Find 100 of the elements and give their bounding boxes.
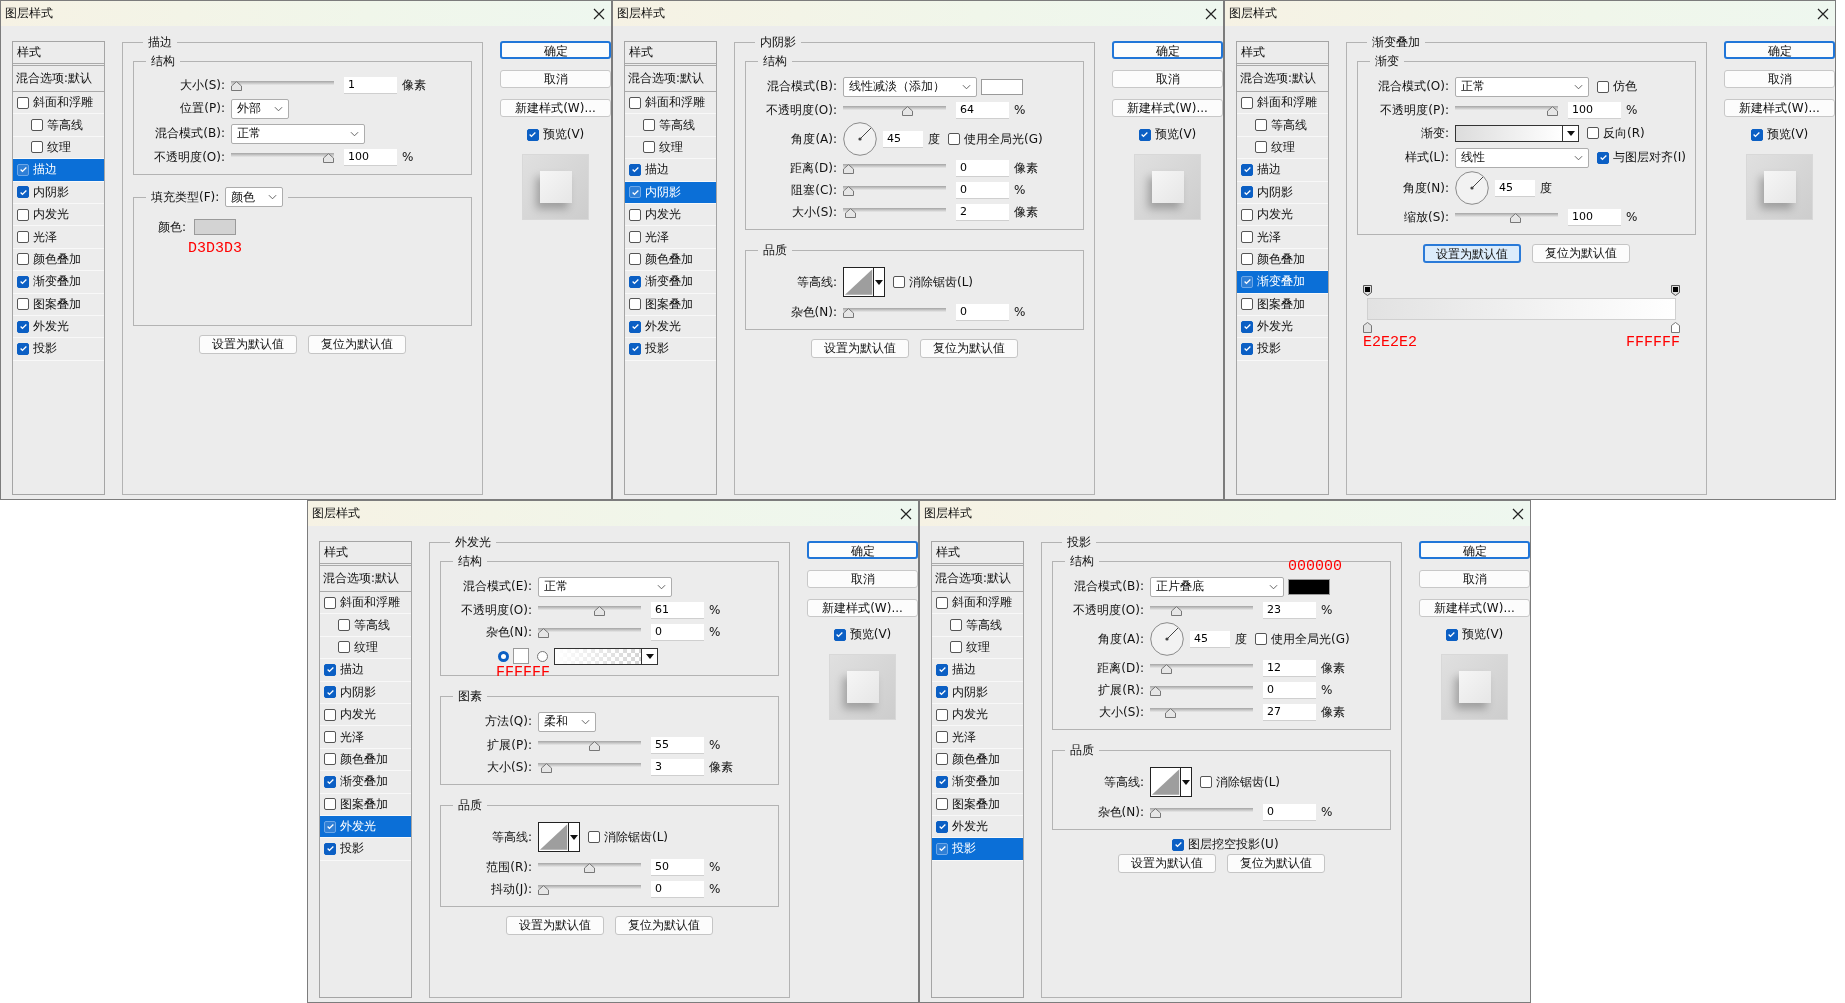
checkbox[interactable] <box>31 119 43 132</box>
checkbox[interactable] <box>1241 163 1253 176</box>
checkbox[interactable] <box>324 798 336 811</box>
checkbox[interactable] <box>338 641 350 654</box>
cancel-button[interactable]: 取消 <box>1724 70 1835 88</box>
slider-thumb[interactable] <box>231 81 242 91</box>
style-list-item[interactable]: 渐变叠加 <box>13 271 104 294</box>
checkbox[interactable] <box>17 96 29 109</box>
value-field[interactable]: 100 <box>1568 101 1621 119</box>
dropdown[interactable]: 正常 <box>538 576 672 597</box>
checkbox[interactable] <box>1255 633 1267 645</box>
checkbox[interactable] <box>948 133 960 145</box>
checkbox[interactable] <box>629 253 641 266</box>
checkbox[interactable] <box>1172 838 1185 851</box>
style-list-item[interactable]: 光泽 <box>1237 226 1328 249</box>
cancel-button[interactable]: 取消 <box>500 70 611 88</box>
style-list-item[interactable]: 斜面和浮雕 <box>1237 92 1328 115</box>
close-icon[interactable] <box>1512 507 1524 520</box>
checkbox[interactable] <box>338 619 350 632</box>
checkbox[interactable] <box>1241 343 1253 355</box>
value-field[interactable]: 0 <box>1263 803 1316 821</box>
color-stop[interactable] <box>1671 322 1680 333</box>
checkbox[interactable] <box>17 208 29 221</box>
value-field[interactable]: 45 <box>1190 630 1230 648</box>
checkbox[interactable] <box>17 231 29 244</box>
style-list-item[interactable]: 颜色叠加 <box>320 748 411 772</box>
style-list-item[interactable]: 内阴影 <box>932 681 1023 704</box>
style-list-item[interactable]: 外发光 <box>1237 315 1328 339</box>
checkbox[interactable] <box>1750 128 1763 141</box>
style-list-item[interactable]: 投影 <box>625 338 716 361</box>
set-default-button[interactable]: 设置为默认值 <box>506 916 604 935</box>
checkbox[interactable] <box>936 775 948 788</box>
checkbox[interactable] <box>526 128 539 141</box>
dropdown[interactable]: 正常 <box>231 123 365 144</box>
value-field[interactable]: 0 <box>651 880 704 898</box>
color-swatch[interactable] <box>194 219 237 235</box>
value-field[interactable]: 0 <box>956 181 1009 199</box>
value-field[interactable]: 0 <box>956 303 1009 321</box>
style-list-item[interactable]: 纹理 <box>1237 136 1328 160</box>
slider-thumb[interactable] <box>323 153 334 163</box>
cancel-button[interactable]: 取消 <box>1112 70 1223 88</box>
set-default-button[interactable]: 设置为默认值 <box>811 339 909 358</box>
gradient-picker[interactable] <box>554 647 658 665</box>
dropdown[interactable]: 正常 <box>1455 76 1589 97</box>
style-list-item[interactable]: 外发光 <box>625 315 716 339</box>
ok-button[interactable]: 确定 <box>1724 41 1835 59</box>
checkbox[interactable] <box>1255 141 1267 154</box>
checkbox[interactable] <box>1241 96 1253 109</box>
dropdown[interactable]: 外部 <box>231 98 289 119</box>
checkbox[interactable] <box>1445 628 1458 641</box>
dropdown[interactable]: 正片叠底 <box>1150 576 1284 597</box>
reset-default-button[interactable]: 复位为默认值 <box>1532 244 1630 263</box>
reset-default-button[interactable]: 复位为默认值 <box>920 339 1018 358</box>
new-style-button[interactable]: 新建样式(W)... <box>1724 99 1835 117</box>
style-list-item[interactable]: 渐变叠加 <box>320 771 411 794</box>
checkbox[interactable] <box>1241 320 1253 333</box>
style-list-item[interactable]: 图案叠加 <box>932 793 1023 816</box>
reset-default-button[interactable]: 复位为默认值 <box>615 916 713 935</box>
style-list-item[interactable]: 光泽 <box>932 726 1023 749</box>
checkbox[interactable] <box>324 686 336 699</box>
slider-thumb[interactable] <box>540 763 552 773</box>
checkbox[interactable] <box>1587 127 1599 139</box>
slider-thumb[interactable] <box>843 308 854 318</box>
reset-default-button[interactable]: 复位为默认值 <box>308 335 406 354</box>
new-style-button[interactable]: 新建样式(W)... <box>1112 99 1223 117</box>
new-style-button[interactable]: 新建样式(W)... <box>807 599 918 617</box>
checkbox[interactable] <box>936 708 948 721</box>
checkbox[interactable] <box>629 163 641 176</box>
value-field[interactable]: 0 <box>1263 681 1316 699</box>
style-list-item[interactable]: 图案叠加 <box>13 293 104 316</box>
checkbox[interactable] <box>629 298 641 311</box>
cancel-button[interactable]: 取消 <box>807 570 918 588</box>
slider-thumb[interactable] <box>1150 686 1161 696</box>
close-icon[interactable] <box>593 7 605 20</box>
contour-picker[interactable] <box>843 267 885 297</box>
checkbox[interactable] <box>17 275 29 288</box>
value-field[interactable]: 64 <box>956 101 1009 119</box>
style-list-item[interactable]: 图案叠加 <box>625 293 716 316</box>
radio-button[interactable] <box>498 650 509 662</box>
style-list-item[interactable]: 斜面和浮雕 <box>625 92 716 115</box>
checkbox[interactable] <box>1241 231 1253 244</box>
checkbox[interactable] <box>629 231 641 244</box>
style-list-item[interactable]: 描边 <box>13 159 104 182</box>
style-list-item[interactable]: 混合选项:默认 <box>320 566 411 592</box>
style-list-item[interactable]: 光泽 <box>320 726 411 749</box>
slider-thumb[interactable] <box>1510 213 1522 223</box>
slider-thumb[interactable] <box>588 741 600 751</box>
checkbox[interactable] <box>1241 275 1253 288</box>
checkbox[interactable] <box>17 163 29 176</box>
close-icon[interactable] <box>900 507 912 520</box>
checkbox[interactable] <box>950 619 962 632</box>
style-list-item[interactable]: 斜面和浮雕 <box>320 592 411 615</box>
style-list-item[interactable]: 等高线 <box>932 614 1023 637</box>
checkbox[interactable] <box>17 343 29 355</box>
style-list-item[interactable]: 斜面和浮雕 <box>932 592 1023 615</box>
value-field[interactable]: 23 <box>1263 601 1316 619</box>
slider-thumb[interactable] <box>584 863 595 873</box>
dropdown[interactable]: 柔和 <box>538 711 596 732</box>
opacity-stop[interactable] <box>1363 285 1372 296</box>
new-style-button[interactable]: 新建样式(W)... <box>1419 599 1530 617</box>
